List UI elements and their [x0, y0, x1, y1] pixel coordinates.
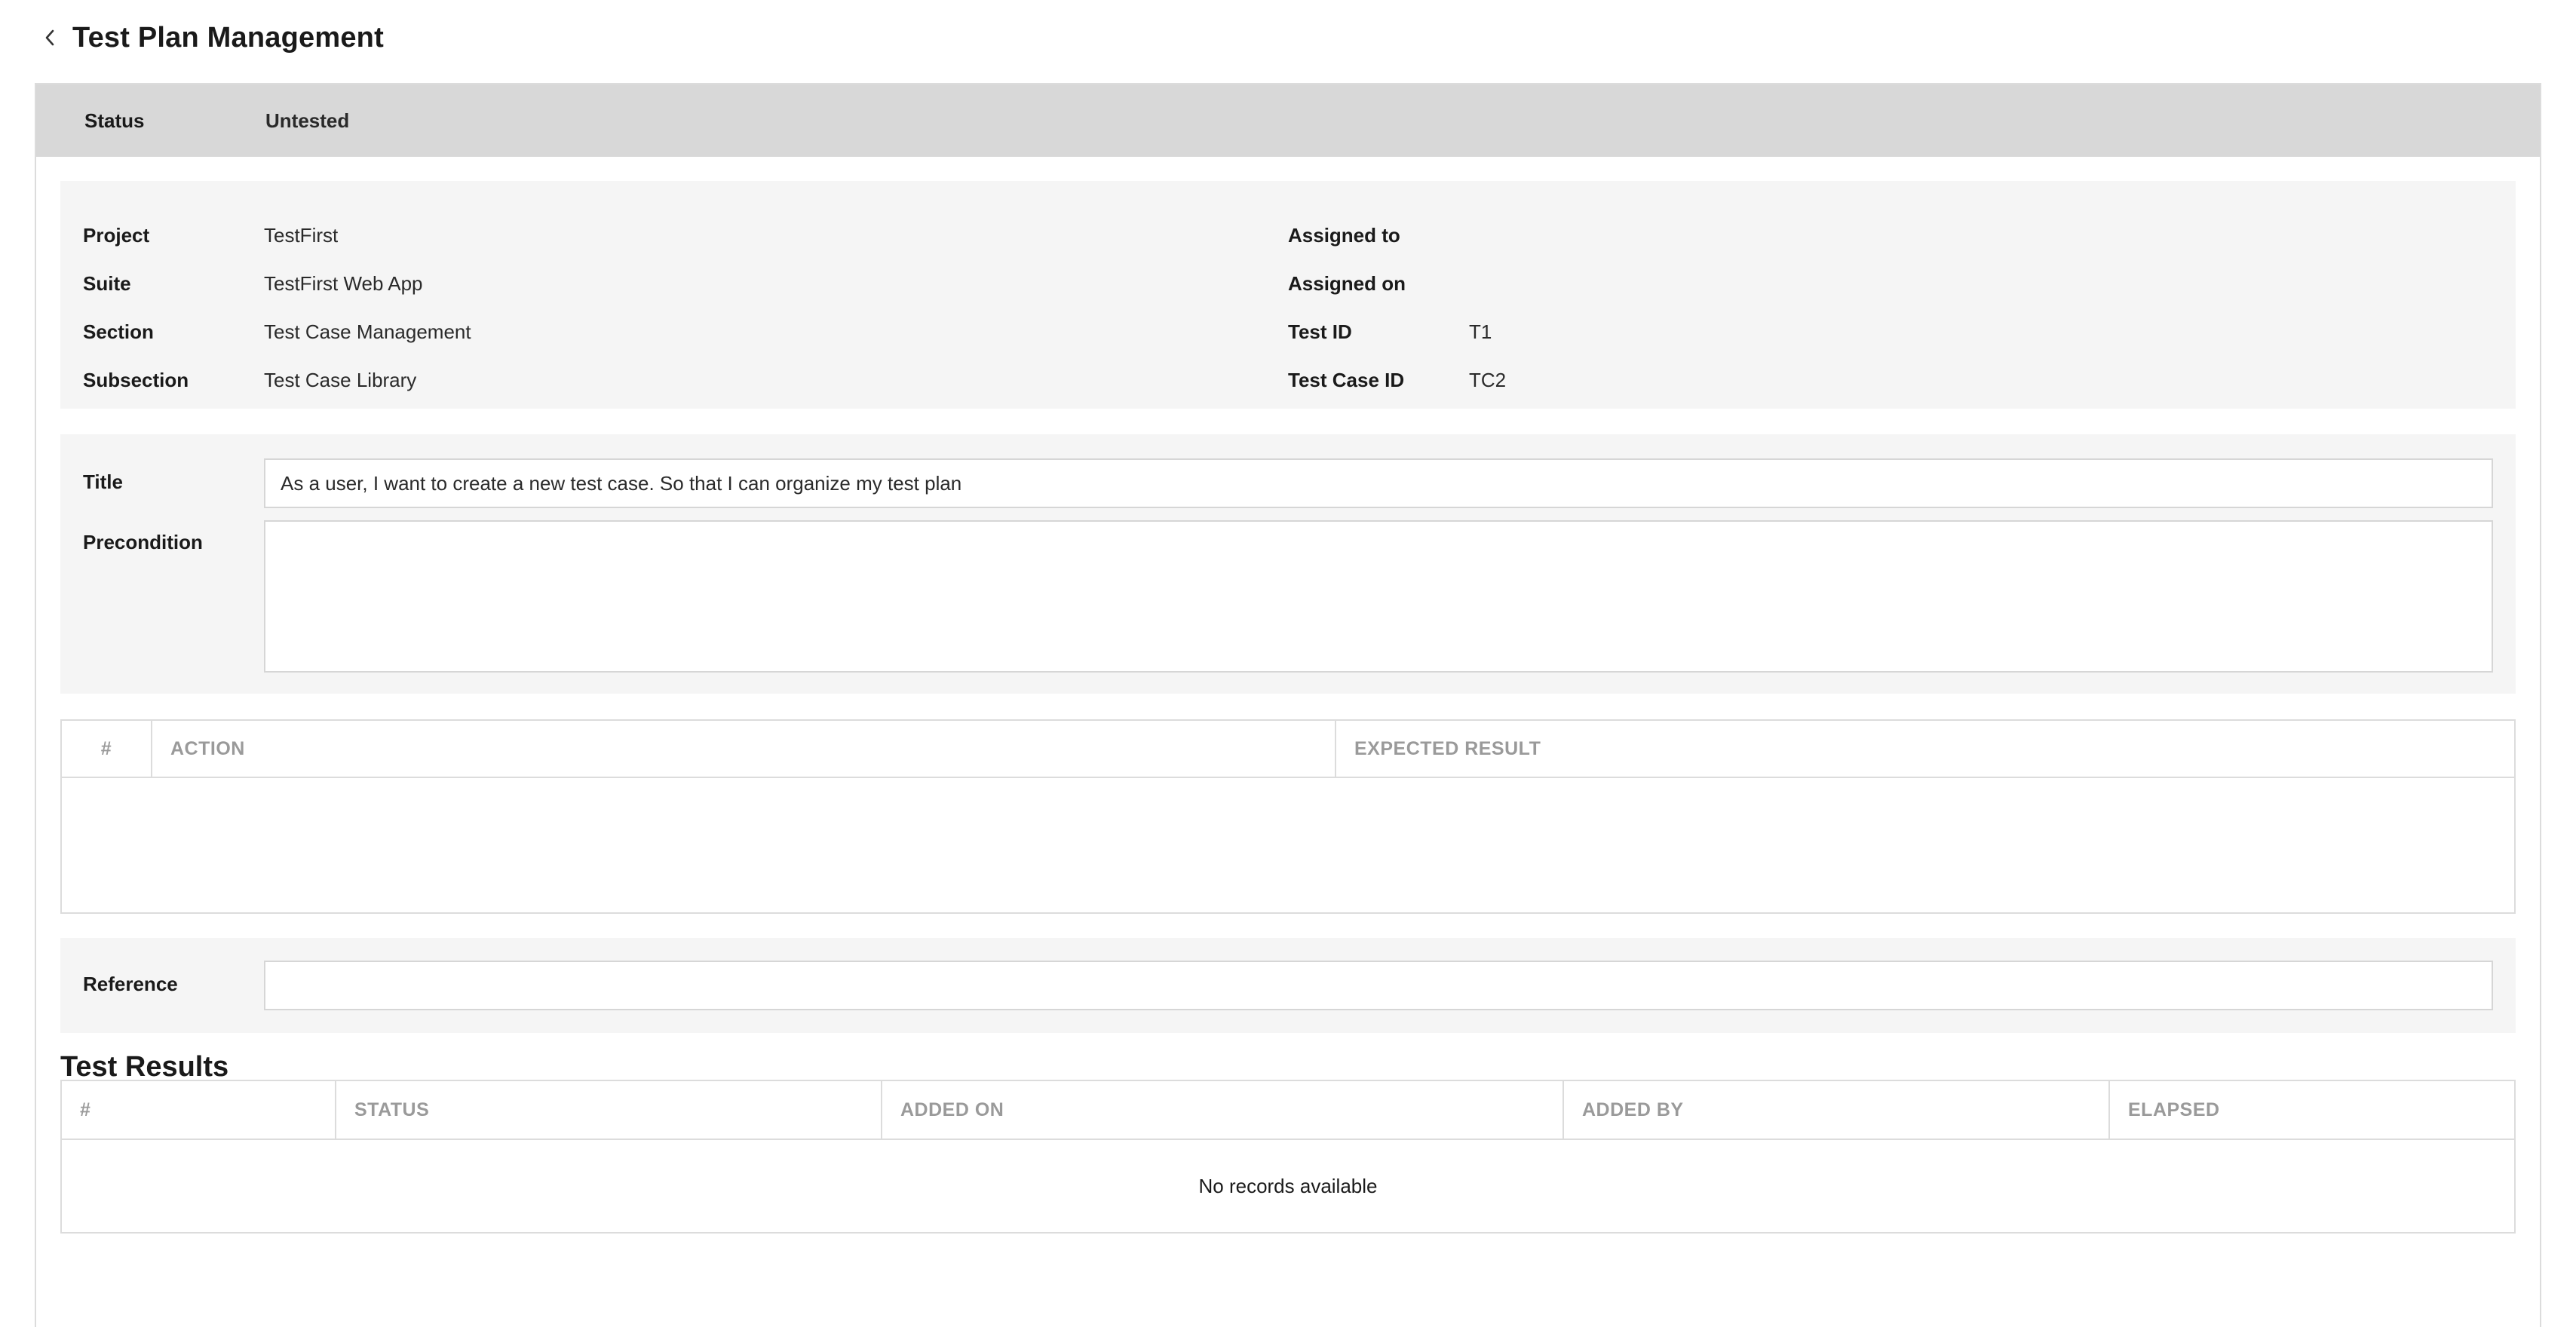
- no-records-message: No records available: [1198, 1174, 1378, 1197]
- test-results-table: # STATUS ADDED ON ADDED BY ELAPSED No re…: [60, 1080, 2516, 1234]
- precondition-textarea[interactable]: [264, 520, 2493, 673]
- test-results-title: Test Results: [60, 1051, 229, 1083]
- results-table-header: # STATUS ADDED ON ADDED BY ELAPSED: [62, 1081, 2514, 1140]
- steps-col-action: ACTION: [151, 721, 1335, 777]
- test-case-id-value: TC2: [1469, 368, 1507, 391]
- info-row-test-id: Test ID T1: [1288, 308, 2493, 356]
- test-id-label: Test ID: [1288, 320, 1352, 343]
- info-left-column: Project TestFirst Suite TestFirst Web Ap…: [83, 211, 1288, 409]
- section-label: Section: [83, 320, 154, 343]
- suite-label: Suite: [83, 271, 131, 295]
- results-col-elapsed: ELAPSED: [2108, 1081, 2514, 1139]
- status-value: Untested: [265, 109, 350, 132]
- status-bar: Status Untested: [36, 84, 2540, 157]
- test-detail-panel: Status Untested Project TestFirst Suite …: [35, 83, 2541, 1327]
- reference-input[interactable]: [264, 961, 2493, 1010]
- title-precondition-box: Title As a user, I want to create a new …: [60, 434, 2516, 694]
- subsection-label: Subsection: [83, 368, 189, 391]
- reference-label: Reference: [83, 973, 178, 995]
- project-value: TestFirst: [264, 223, 339, 247]
- suite-value: TestFirst Web App: [264, 271, 423, 295]
- title-input[interactable]: As a user, I want to create a new test c…: [264, 458, 2493, 508]
- results-col-added-by: ADDED BY: [1562, 1081, 2108, 1139]
- subsection-value: Test Case Library: [264, 368, 417, 391]
- steps-table-header: # ACTION EXPECTED RESULT: [62, 721, 2514, 778]
- results-col-status: STATUS: [335, 1081, 881, 1139]
- info-right-column: Assigned to Assigned on Test ID T1 Test …: [1288, 211, 2493, 409]
- info-row-project: Project TestFirst: [83, 211, 1288, 259]
- section-value: Test Case Management: [264, 320, 471, 343]
- test-id-value: T1: [1469, 320, 1492, 343]
- info-row-assigned-to: Assigned to: [1288, 211, 2493, 259]
- info-row-subsection: Subsection Test Case Library: [83, 356, 1288, 404]
- assigned-on-label: Assigned on: [1288, 271, 1406, 295]
- assigned-to-label: Assigned to: [1288, 223, 1400, 247]
- steps-table: # ACTION EXPECTED RESULT: [60, 719, 2516, 914]
- page-header: Test Plan Management: [36, 17, 384, 59]
- reference-box: Reference: [60, 938, 2516, 1033]
- status-label: Status: [84, 109, 145, 132]
- info-row-test-case-id: Test Case ID TC2: [1288, 356, 2493, 404]
- test-case-id-label: Test Case ID: [1288, 368, 1405, 391]
- steps-col-expected-result: EXPECTED RESULT: [1335, 721, 2514, 777]
- test-plan-page: Test Plan Management Status Untested Pro…: [0, 0, 2576, 1327]
- info-box: Project TestFirst Suite TestFirst Web Ap…: [60, 181, 2516, 409]
- steps-col-number: #: [100, 737, 112, 759]
- precondition-label: Precondition: [83, 531, 203, 553]
- project-label: Project: [83, 223, 150, 247]
- info-row-suite: Suite TestFirst Web App: [83, 259, 1288, 308]
- info-row-assigned-on: Assigned on: [1288, 259, 2493, 308]
- chevron-left-icon: [45, 29, 54, 46]
- back-button[interactable]: [36, 24, 63, 51]
- title-label: Title: [83, 470, 123, 493]
- info-row-section: Section Test Case Management: [83, 308, 1288, 356]
- results-col-number: #: [80, 1099, 91, 1120]
- page-title: Test Plan Management: [72, 21, 384, 54]
- results-heading-wrap: Test Results: [60, 1033, 2516, 1083]
- steps-table-body: [62, 778, 2514, 888]
- results-col-added-on: ADDED ON: [881, 1081, 1562, 1139]
